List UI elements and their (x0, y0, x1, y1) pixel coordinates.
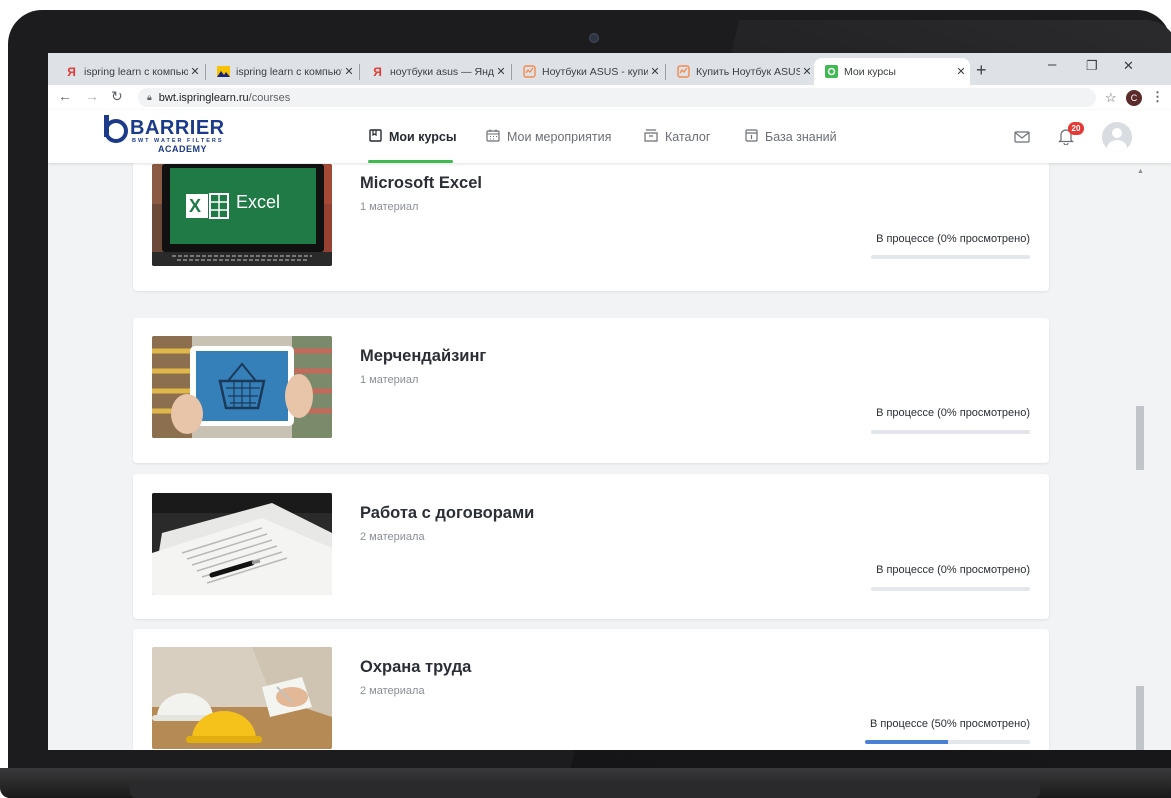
browser-tab-3[interactable]: Я ноутбуки asus — Янде ✕ (360, 58, 510, 85)
store-icon (523, 65, 536, 78)
back-arrow-icon[interactable]: ← (58, 88, 72, 104)
nav-my-courses[interactable]: Мои курсы (369, 129, 457, 145)
course-materials-count: 1 материал (360, 201, 419, 213)
browser-tab-1[interactable]: Я ispring learn с компьют ✕ (54, 58, 204, 85)
close-tab-icon[interactable]: ✕ (342, 65, 356, 78)
profile-avatar[interactable]: C (1126, 90, 1142, 106)
user-avatar[interactable] (1102, 122, 1132, 152)
restore-icon[interactable]: ❐ (1086, 58, 1098, 74)
course-materials-count: 1 материал (360, 374, 419, 386)
browser-window: Я ispring learn с компьют ✕ ispring lear… (48, 53, 1171, 750)
course-card-excel[interactable]: X Excel Microsoft Excel 1 материал В про… (133, 163, 1049, 291)
calendar-icon (486, 129, 500, 145)
tab-label: Купить Ноутбук ASUS (696, 65, 800, 78)
course-card-merchandising[interactable]: Мерчендайзинг 1 материал В процессе (0% … (133, 318, 1049, 463)
knowledge-icon (745, 129, 758, 145)
course-materials-count: 2 материала (360, 685, 425, 697)
forward-arrow-icon[interactable]: → (85, 88, 99, 104)
course-status: В процессе (50% просмотрено) (869, 718, 1030, 730)
scrollbar-thumb-lower[interactable] (1136, 686, 1144, 750)
nav-my-events[interactable]: Мои мероприятия (486, 129, 611, 145)
reload-icon[interactable]: ↻ (111, 88, 123, 105)
course-thumbnail-merchandising (152, 336, 332, 438)
course-progress-bar (871, 587, 1030, 591)
mail-icon[interactable] (1014, 130, 1030, 147)
lock-icon: 🔒︎ (147, 92, 152, 102)
nav-label: База знаний (765, 130, 837, 144)
close-tab-icon[interactable]: ✕ (800, 65, 814, 78)
new-tab-button[interactable]: + (976, 60, 987, 81)
course-progress-bar (871, 255, 1030, 259)
catalog-icon (644, 129, 658, 145)
url-path: /courses (248, 91, 291, 104)
course-title[interactable]: Microsoft Excel (360, 174, 482, 193)
store-icon (677, 65, 690, 78)
browser-tab-5[interactable]: Купить Ноутбук ASUS ✕ (666, 58, 816, 85)
excel-thumb-label: Excel (236, 192, 281, 212)
avatar-head (1112, 128, 1122, 138)
browser-menu-icon[interactable]: ⋮ (1151, 89, 1164, 105)
yandex-images-icon (217, 65, 230, 78)
course-title[interactable]: Работа с договорами (360, 504, 534, 523)
course-status: В процессе (0% просмотрено) (876, 407, 1030, 419)
course-thumbnail-safety (152, 647, 332, 749)
avatar-body (1107, 140, 1127, 152)
svg-text:X: X (189, 196, 201, 216)
course-materials-count: 2 материала (360, 531, 425, 543)
scrollbar-thumb-upper[interactable] (1136, 406, 1144, 470)
minimize-icon[interactable]: – (1048, 56, 1056, 73)
address-bar[interactable]: 🔒︎ bwt.ispringlearn.ru/courses (138, 88, 1096, 107)
tab-label: ispring learn с компьют (84, 65, 188, 78)
tab-label: Мои курсы (844, 65, 896, 78)
scroll-up-icon[interactable]: ▲ (1137, 168, 1144, 175)
course-thumbnail-excel: X (152, 164, 332, 266)
course-title[interactable]: Охрана труда (360, 658, 471, 677)
course-list: X Excel Microsoft Excel 1 материал В про… (48, 163, 1171, 750)
logo-mark-stem (104, 115, 109, 137)
book-icon (369, 129, 382, 145)
logo-brand: BARRIER (130, 117, 225, 139)
close-window-icon[interactable]: ✕ (1123, 58, 1134, 74)
browser-tab-4[interactable]: Ноутбуки ASUS - купит ✕ (512, 58, 664, 85)
course-card-contracts[interactable]: Работа с договорами 2 материала В процес… (133, 474, 1049, 619)
nav-knowledge-base[interactable]: База знаний (745, 129, 837, 145)
course-progress-bar (871, 430, 1030, 434)
url-host: bwt.ispringlearn.ru (158, 91, 249, 104)
yandex-icon: Я (67, 64, 76, 79)
course-card-safety[interactable]: Охрана труда 2 материала В процессе (50%… (133, 629, 1049, 750)
nav-label: Мои мероприятия (507, 130, 612, 144)
active-nav-underline (368, 160, 453, 163)
tab-label: ispring learn с компьют (236, 65, 342, 78)
laptop-base-notch (130, 782, 1040, 798)
tab-label: Ноутбуки ASUS - купит (542, 65, 648, 78)
close-tab-icon[interactable]: ✕ (188, 65, 202, 78)
nav-label: Мои курсы (389, 130, 457, 144)
ispring-icon (825, 65, 838, 78)
bookmark-star-icon[interactable]: ☆ (1105, 90, 1117, 106)
course-title[interactable]: Мерчендайзинг (360, 347, 486, 366)
progress-fill (865, 740, 948, 744)
course-thumbnail-contracts (152, 493, 332, 595)
close-tab-icon[interactable]: ✕ (494, 65, 508, 78)
browser-tab-2[interactable]: ispring learn с компьют ✕ (206, 58, 358, 85)
logo-academy: ACADEMY (158, 144, 208, 154)
browser-toolbar: ← → ↻ 🔒︎ bwt.ispringlearn.ru/courses ☆ C… (48, 85, 1171, 110)
course-status: В процессе (0% просмотрено) (876, 233, 1030, 245)
close-tab-icon[interactable]: ✕ (954, 65, 968, 78)
site-header: BARRIER BWT WATER FILTERS ACADEMY Мои ку… (48, 110, 1171, 163)
notification-badge: 20 (1068, 122, 1084, 135)
nav-label: Каталог (665, 130, 711, 144)
tab-strip: Я ispring learn с компьют ✕ ispring lear… (48, 53, 1171, 85)
tab-label: ноутбуки asus — Янде (390, 65, 494, 78)
nav-catalog[interactable]: Каталог (644, 129, 710, 145)
browser-tab-6-active[interactable]: Мои курсы ✕ (814, 58, 970, 85)
barrier-logo[interactable]: BARRIER BWT WATER FILTERS ACADEMY (104, 115, 234, 154)
yandex-icon: Я (373, 64, 382, 79)
course-progress-bar (865, 740, 1030, 744)
webcam (589, 33, 599, 43)
close-tab-icon[interactable]: ✕ (648, 65, 662, 78)
course-status: В процессе (0% просмотрено) (876, 564, 1030, 576)
